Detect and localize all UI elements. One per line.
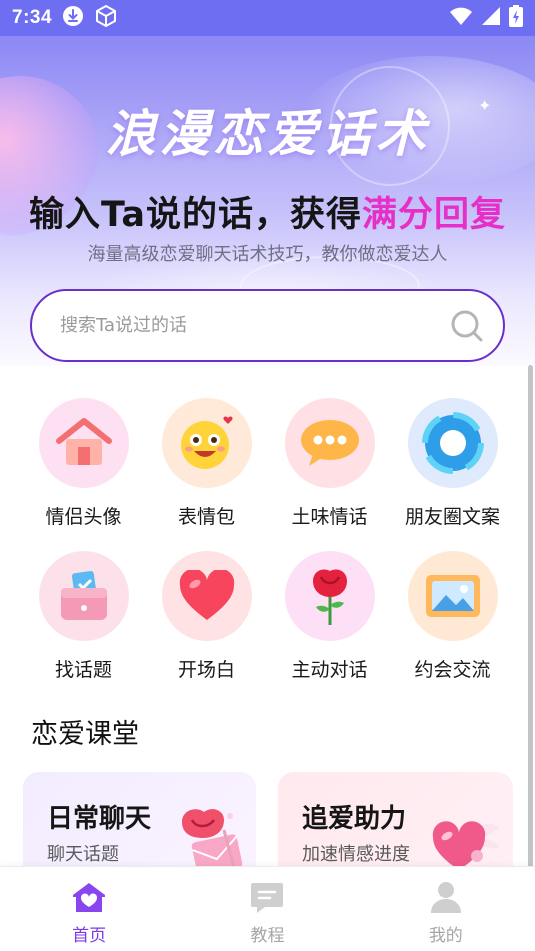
- nav-home[interactable]: 首页: [0, 867, 178, 951]
- home-icon: [71, 881, 107, 917]
- search-bar[interactable]: [30, 289, 505, 362]
- category-cheesy-lines[interactable]: 土味情话: [268, 398, 391, 529]
- card-title: 追爱助力: [302, 804, 407, 834]
- card-subtitle: 聊天话题: [47, 844, 119, 865]
- hero-subtitle: 输入Ta说的话，获得满分回复: [0, 186, 535, 237]
- emoji-face-icon: [161, 398, 252, 488]
- battery-icon: [509, 4, 523, 32]
- hero-subtitle-prefix: 输入Ta说的话，获得: [29, 195, 362, 235]
- category-grid: 情侣头像 表情包 土味情话 朋友圈文案 找话题 开场白 主动对话 约会交流: [22, 398, 514, 682]
- download-icon: [62, 5, 84, 32]
- category-label: 约会交流: [414, 659, 491, 681]
- nav-label: 首页: [72, 926, 107, 946]
- nav-label: 我的: [428, 926, 463, 946]
- nav-label: 教程: [250, 926, 285, 946]
- hero-description: 海量高级恋爱聊天话术技巧，教你做恋爱达人: [87, 244, 448, 265]
- sparkle-icon: ✦: [478, 96, 492, 115]
- card-subtitle: 加速情感进度: [302, 844, 410, 865]
- category-find-topic[interactable]: 找话题: [22, 551, 145, 682]
- scrollbar[interactable]: [528, 365, 533, 870]
- category-initiate-chat[interactable]: 主动对话: [268, 551, 391, 682]
- search-icon[interactable]: [449, 308, 485, 344]
- category-label: 朋友圈文案: [404, 506, 500, 528]
- hero-subtitle-highlight: 满分回复: [361, 195, 506, 235]
- category-opening-line[interactable]: 开场白: [145, 551, 268, 682]
- section-title: 恋爱课堂: [31, 719, 139, 750]
- category-label: 表情包: [177, 506, 235, 528]
- hero-title: 浪漫恋爱话术: [105, 104, 430, 163]
- speech-bubble-icon: [284, 398, 375, 488]
- bottom-nav: 首页 教程 我的: [0, 866, 535, 951]
- cube-icon: [94, 4, 118, 33]
- category-stickers[interactable]: 表情包: [145, 398, 268, 529]
- category-label: 土味情话: [291, 506, 368, 528]
- category-label: 主动对话: [291, 659, 368, 681]
- heart-icon: [161, 551, 252, 641]
- nav-profile[interactable]: 我的: [357, 867, 535, 951]
- nav-tutorial[interactable]: 教程: [178, 867, 356, 951]
- user-icon: [428, 881, 464, 917]
- wallet-icon: [38, 551, 129, 641]
- wifi-icon: [449, 6, 473, 31]
- signal-icon: [481, 6, 501, 31]
- status-time: 7:34: [12, 7, 53, 28]
- category-label: 情侣头像: [45, 506, 122, 528]
- aperture-icon: [407, 398, 498, 488]
- category-label: 找话题: [54, 659, 112, 681]
- card-title: 日常聊天: [47, 804, 152, 834]
- category-moments-copy[interactable]: 朋友圈文案: [391, 398, 514, 529]
- category-dating-talk[interactable]: 约会交流: [391, 551, 514, 682]
- picture-icon: [407, 551, 498, 641]
- search-input[interactable]: [60, 315, 449, 336]
- status-bar: 7:34: [0, 0, 535, 36]
- house-icon: [38, 398, 129, 488]
- message-icon: [249, 881, 285, 917]
- category-couple-avatar[interactable]: 情侣头像: [22, 398, 145, 529]
- category-label: 开场白: [177, 659, 235, 681]
- rose-icon: [284, 551, 375, 641]
